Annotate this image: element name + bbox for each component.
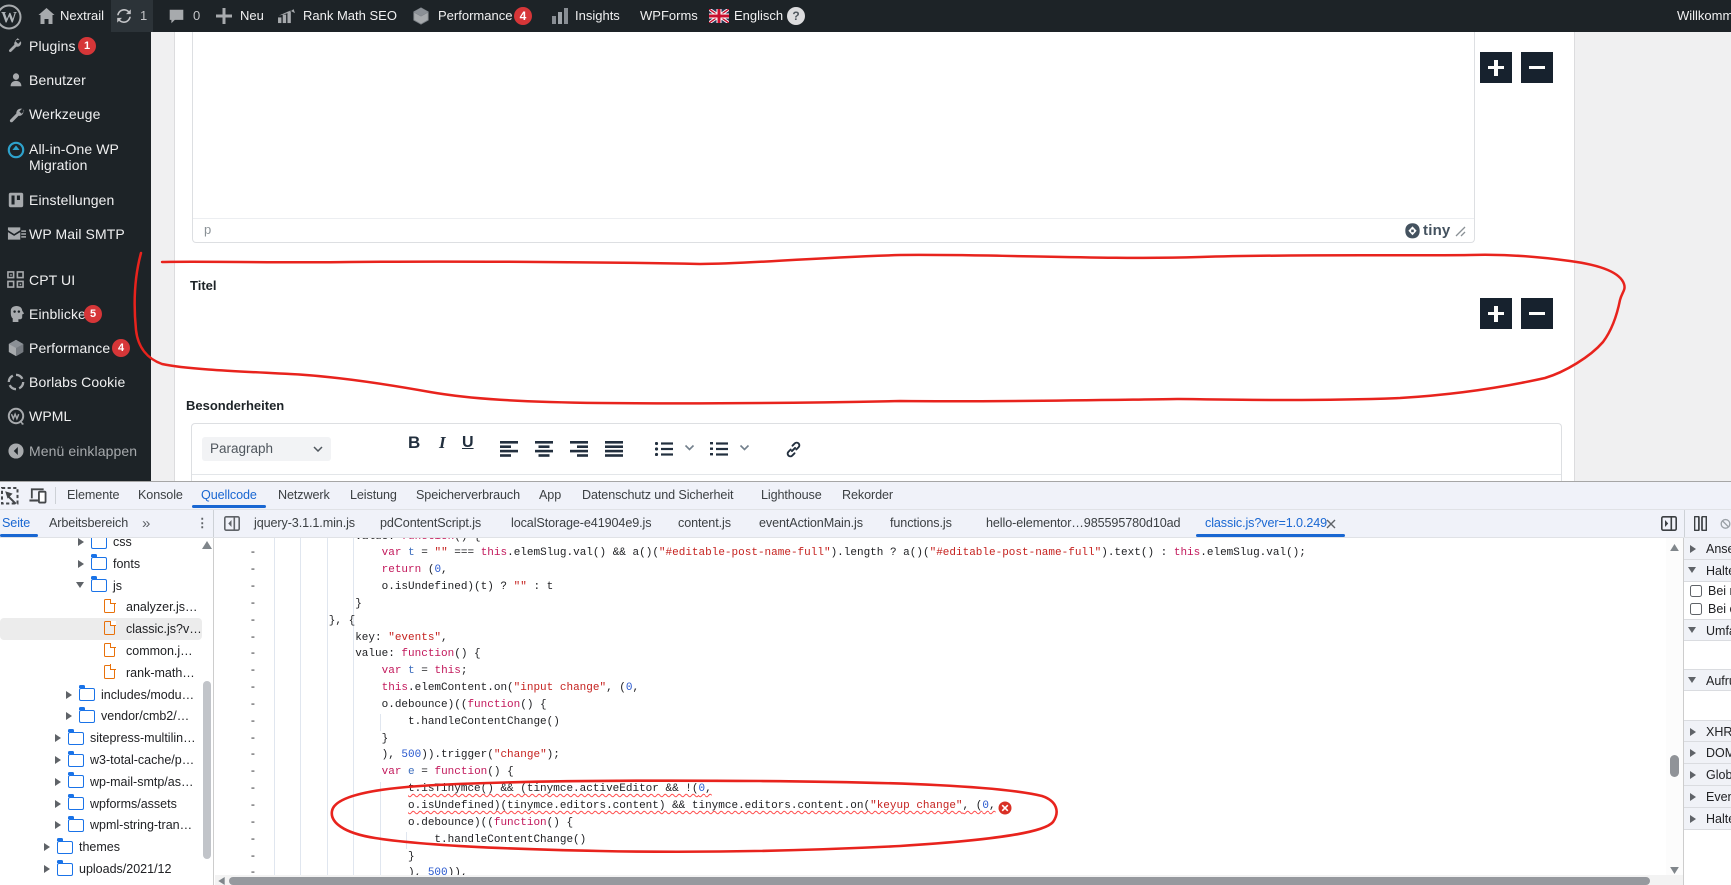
svg-text:W: W	[1, 10, 17, 27]
